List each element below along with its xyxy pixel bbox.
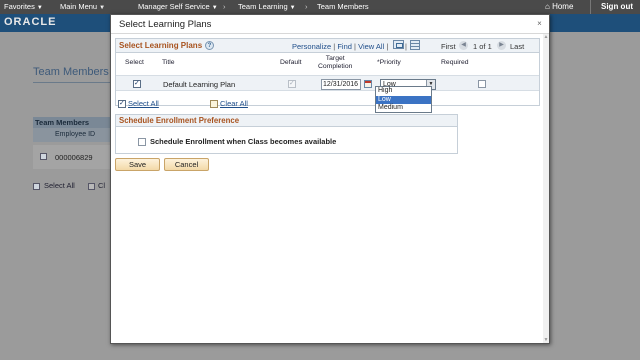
col-header-default: Default	[280, 59, 302, 66]
link-separator: |	[405, 42, 407, 51]
grid-header: Select Learning Plans ? Personalize | Fi…	[116, 39, 539, 53]
view-all-link[interactable]: View All	[358, 42, 384, 51]
download-grid-icon[interactable]	[410, 40, 420, 50]
enrollment-preference-section: Schedule Enrollment Preference Schedule …	[115, 114, 458, 154]
checkbox-icon	[210, 100, 218, 109]
last-link[interactable]: Last	[510, 42, 524, 51]
breadcrumb-team-learning[interactable]: Team Learning ▼	[238, 2, 296, 11]
breadcrumb-manager-self-service[interactable]: Manager Self Service ▼	[138, 2, 218, 11]
bg-clear-all-label: Cl	[98, 181, 106, 190]
priority-option-medium[interactable]: Medium	[376, 104, 431, 113]
table-row: 000006829	[33, 145, 110, 169]
bg-clear-all[interactable]: Cl	[88, 181, 105, 190]
schedule-enrollment-label: Schedule Enrollment when Class becomes a…	[150, 137, 337, 146]
scrollbar[interactable]: ▲ ▼	[543, 34, 549, 343]
required-checkbox[interactable]	[478, 80, 486, 88]
plan-title-cell: Default Learning Plan	[163, 80, 236, 89]
dialog-title: Select Learning Plans	[119, 19, 212, 30]
schedule-enrollment-checkbox[interactable]	[138, 138, 146, 147]
grid-title: Select Learning Plans	[119, 41, 203, 50]
bg-select-all-label: Select All	[44, 181, 75, 190]
favorites-label: Favorites	[4, 2, 35, 11]
main-menu-label: Main Menu	[60, 2, 98, 11]
priority-option-high[interactable]: High	[376, 87, 431, 96]
table-row: Default Learning Plan 12/31/2016 Low ▼	[116, 75, 539, 91]
home-link[interactable]: ⌂ Home	[545, 2, 573, 11]
breadcrumb-label: Team Learning	[238, 2, 288, 11]
divider	[33, 82, 110, 83]
select-learning-plans-dialog: Select Learning Plans × ▲ ▼ Select Learn…	[110, 14, 550, 344]
breadcrumb-separator: ›	[101, 2, 104, 11]
sign-out-link[interactable]: Sign out	[590, 0, 640, 14]
close-icon[interactable]: ×	[534, 18, 545, 29]
divider	[111, 33, 549, 34]
col-header-priority: *Priority	[377, 59, 401, 66]
clear-all-label: Clear All	[220, 99, 248, 108]
favorites-menu[interactable]: Favorites ▼	[4, 2, 43, 11]
chevron-down-icon: ▼	[36, 5, 43, 11]
home-label: Home	[552, 2, 574, 11]
bg-select-all[interactable]: Select All	[33, 181, 75, 190]
employee-id-cell: 000006829	[55, 153, 93, 162]
chevron-down-icon: ▼	[289, 5, 296, 11]
breadcrumb-separator: ›	[223, 2, 226, 11]
cancel-button[interactable]: Cancel	[164, 158, 209, 171]
top-nav-bar: Favorites ▼ Main Menu ▼ › Manager Self Ser…	[0, 0, 640, 14]
scroll-up-icon[interactable]: ▲	[543, 34, 549, 40]
grid-links: Personalize | Find | View All |	[292, 42, 388, 51]
scroll-down-icon[interactable]: ▼	[543, 337, 549, 343]
find-link[interactable]: Find	[337, 42, 352, 51]
calendar-icon[interactable]	[364, 80, 372, 88]
learning-plans-grid: Select Learning Plans ? Personalize | Fi…	[115, 38, 540, 106]
zoom-icon[interactable]	[393, 40, 404, 49]
help-icon[interactable]: ?	[205, 41, 214, 50]
col-header-select: Select	[125, 59, 144, 66]
priority-option-low[interactable]: Low	[376, 95, 431, 104]
col-header-target-line2: Completion	[318, 63, 353, 70]
col-header-target-line1: Target	[325, 55, 345, 62]
team-members-header: Team Members	[33, 117, 110, 128]
previous-icon[interactable]: ◀	[459, 41, 468, 50]
row-checkbox[interactable]	[40, 153, 47, 160]
first-link[interactable]: First	[441, 42, 456, 51]
select-all-link[interactable]: Select All	[118, 99, 159, 109]
default-checkbox	[288, 79, 296, 88]
col-header-required: Required	[441, 59, 469, 66]
home-icon: ⌂	[545, 2, 550, 11]
main-menu[interactable]: Main Menu ▼	[60, 2, 105, 11]
checkbox-icon	[88, 182, 95, 190]
checkbox-icon	[118, 99, 126, 109]
section-header: Schedule Enrollment Preference	[116, 115, 457, 127]
col-header-target-completion: Target Completion	[318, 55, 352, 71]
employee-id-header: Employee ID	[33, 128, 110, 142]
oracle-logo: ORACLE	[4, 16, 57, 28]
page-title: Team Members	[33, 66, 109, 78]
next-icon[interactable]: ▶	[497, 41, 506, 50]
personalize-link[interactable]: Personalize	[292, 42, 331, 51]
checkbox-icon	[33, 182, 40, 190]
col-header-title: Title	[162, 59, 175, 66]
save-button[interactable]: Save	[115, 158, 160, 171]
priority-dropdown-list: High Low Medium	[375, 86, 432, 113]
schedule-enrollment-option[interactable]: Schedule Enrollment when Class becomes a…	[138, 137, 337, 147]
link-separator: |	[386, 42, 389, 51]
target-completion-input[interactable]: 12/31/2016	[321, 79, 361, 90]
breadcrumb-separator: ›	[305, 2, 308, 11]
row-select-checkbox[interactable]	[133, 79, 141, 88]
select-all-label: Select All	[128, 99, 159, 108]
page-count: 1 of 1	[473, 42, 492, 51]
chevron-down-icon: ▼	[211, 5, 218, 11]
clear-all-link[interactable]: Clear All	[210, 99, 248, 109]
breadcrumb-label: Manager Self Service	[138, 2, 210, 11]
breadcrumb-team-members[interactable]: Team Members	[317, 2, 369, 11]
